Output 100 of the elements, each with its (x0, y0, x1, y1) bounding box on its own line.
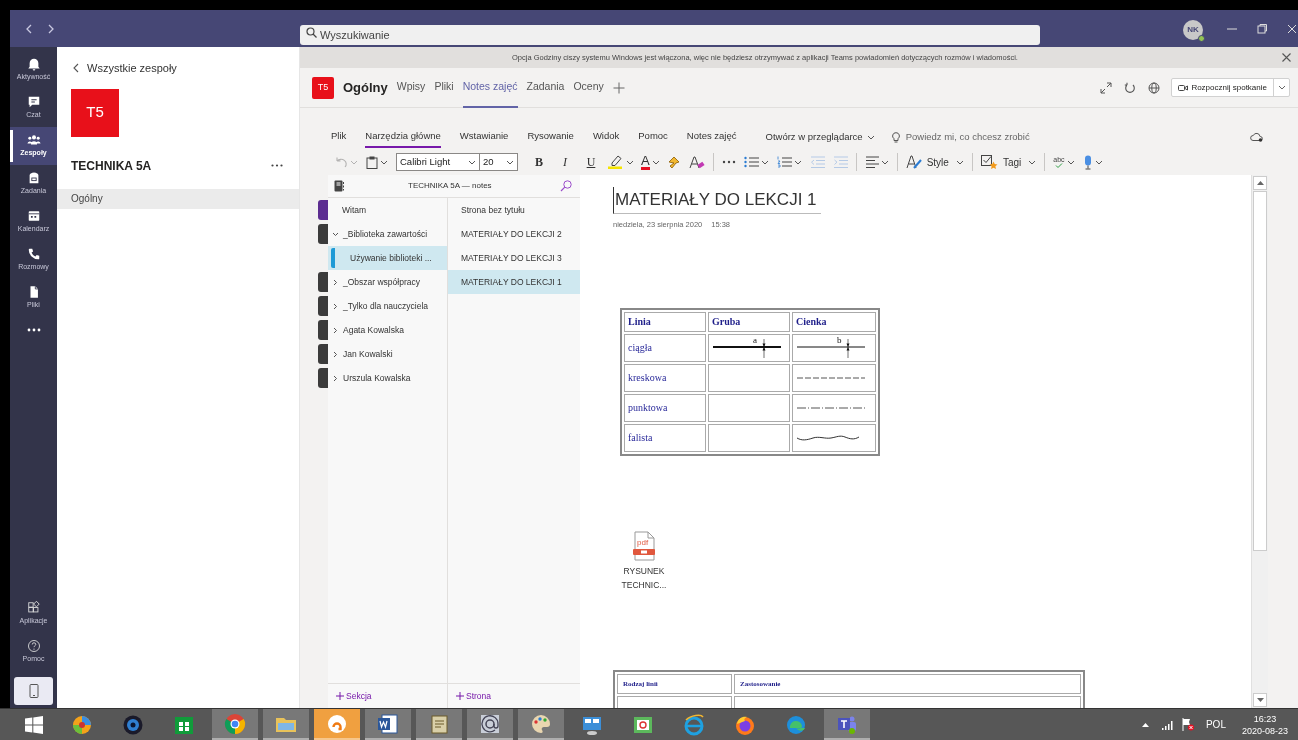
dimension-label: b (837, 334, 842, 345)
chevron-down-icon (955, 159, 964, 165)
channel-tab[interactable]: Oceny (573, 67, 604, 108)
increase-indent-icon (832, 156, 848, 168)
add-page-button[interactable]: Strona (456, 689, 492, 703)
chevron-down-icon (1094, 159, 1103, 165)
team-name: TECHNIKA 5A (71, 157, 152, 175)
scroll-down-icon (1256, 698, 1264, 702)
more-icon (721, 160, 736, 164)
section-item[interactable]: Witam (328, 198, 447, 222)
section-group-item[interactable]: Urszula Kowalska (328, 366, 447, 390)
add-tab-button[interactable] (612, 81, 625, 94)
vertical-scrollbar[interactable] (1251, 175, 1268, 708)
channel-tab[interactable]: Wpisy (396, 67, 426, 108)
ribbon-tab[interactable]: Rysowanie (527, 126, 574, 148)
more-icon (271, 164, 283, 167)
channel-tile: T5 (312, 76, 334, 99)
tags-button[interactable]: Tagi (976, 152, 1041, 172)
channel-item[interactable]: Ogólny (57, 188, 299, 209)
styles-button[interactable]: Style (901, 152, 968, 172)
taskbar-app-button[interactable] (824, 709, 870, 740)
search-field[interactable]: Wyszukiwanie (300, 25, 1040, 45)
signal-bars-icon (1161, 719, 1174, 730)
help-icon (26, 639, 41, 654)
expand-icon (1100, 81, 1113, 94)
close-banner-button[interactable] (1281, 52, 1292, 63)
reload-icon (1124, 81, 1137, 94)
font-name-dropdown[interactable]: Calibri Light (396, 153, 480, 171)
chevron-down-icon (651, 159, 660, 165)
ribbon-tab[interactable]: Widok (592, 126, 620, 148)
table-header-cell: Linia (624, 311, 706, 332)
camera-lens-icon (122, 713, 144, 736)
letter-a-logo-icon (326, 712, 348, 735)
section-group-item[interactable]: Jan Kowalski (328, 342, 447, 366)
italic-button[interactable]: I (552, 152, 578, 172)
phone-device-icon (28, 684, 39, 698)
all-teams-back-link[interactable]: Wszystkie zespoły (73, 60, 177, 77)
taskbar-app-button[interactable] (416, 709, 462, 740)
font-color-button[interactable]: A (638, 152, 663, 172)
taskbar-app-button[interactable] (467, 709, 513, 740)
ribbon-tab[interactable]: Plik (331, 126, 347, 148)
chevron-down-icon (380, 159, 388, 165)
chevron-down-icon (506, 159, 514, 165)
underline-button[interactable]: U (578, 152, 604, 172)
taskbar-app-button[interactable] (518, 709, 564, 740)
chevron-down-icon (1028, 159, 1037, 165)
table-cell: punktowa (624, 393, 706, 422)
plus-icon (336, 692, 344, 700)
apps-icon (26, 601, 41, 616)
website-button[interactable] (1147, 80, 1162, 95)
bold-button[interactable]: B (526, 152, 552, 172)
decrease-indent-icon (809, 156, 825, 168)
chevron-down-icon (626, 159, 634, 165)
add-section-button[interactable]: Sekcja (336, 689, 372, 703)
language-indicator[interactable]: POL (1205, 717, 1226, 732)
chevron-down-icon (880, 159, 889, 165)
windows-logo-icon (25, 715, 43, 734)
channel-tab[interactable]: Pliki (434, 67, 454, 108)
open-in-browser-button[interactable]: Otwórz w przeglądarce (765, 129, 875, 145)
taskbar-app-button[interactable] (365, 709, 411, 740)
channel-tab[interactable]: Zadania (526, 67, 565, 108)
chevron-left-icon (73, 63, 79, 74)
undo-icon (334, 156, 348, 168)
tell-me-field[interactable]: Powiedz mi, co chcesz zrobić (905, 129, 1086, 145)
section-group-item[interactable]: _Tylko dla nauczyciela (328, 294, 447, 318)
reload-button[interactable] (1123, 80, 1138, 95)
close-icon (1287, 24, 1297, 34)
section-group-item[interactable]: _Biblioteka zawartości (328, 222, 447, 246)
expand-button[interactable] (1099, 80, 1114, 95)
globe-icon (1148, 81, 1161, 94)
notebook-search-button[interactable] (560, 180, 572, 192)
table-header-cell: Gruba (708, 311, 790, 332)
ribbon-tab[interactable]: Narzędzia główne (365, 126, 441, 148)
section-group-item[interactable]: Agata Kowalska (328, 318, 447, 342)
chevron-left-icon (25, 23, 33, 34)
restore-button[interactable] (1254, 22, 1270, 36)
numbered-list-icon (776, 156, 792, 168)
section-group-item[interactable]: _Obszar współpracy (328, 270, 447, 294)
swirl-logo-icon (71, 713, 93, 736)
file-type-label: pdf (637, 537, 649, 547)
table-cell: falista (624, 423, 706, 452)
avatar[interactable]: NK (1183, 20, 1203, 40)
dimension-label: a (753, 334, 757, 345)
search-icon (306, 26, 317, 38)
cloud-sync-icon (1250, 132, 1263, 142)
tag-checkbox-icon (980, 154, 998, 170)
clock-date[interactable]: 2020-08-23 (1241, 724, 1288, 737)
at-sign-stamp-icon (479, 712, 501, 735)
section-item[interactable]: Używanie biblioteki ... (328, 246, 447, 270)
pdf-attachment[interactable]: pdf RYSUNEK TECHNIC... (618, 530, 670, 592)
page-item[interactable]: MATERIAŁY DO LEKCJI 1 (448, 270, 580, 294)
video-camera-icon (1178, 83, 1189, 92)
ribbon-tab[interactable]: Pomoc (638, 126, 668, 148)
ribbon-tab[interactable]: Wstawianie (459, 126, 509, 148)
paint-brush-icon (666, 155, 681, 169)
clock-time[interactable]: 16:23 (1253, 712, 1277, 725)
plus-icon (612, 81, 625, 94)
font-size-dropdown[interactable]: 20 (480, 153, 518, 171)
ribbon-tab[interactable]: Notes zajęć (686, 126, 737, 148)
team-tile: T5 (71, 88, 119, 137)
